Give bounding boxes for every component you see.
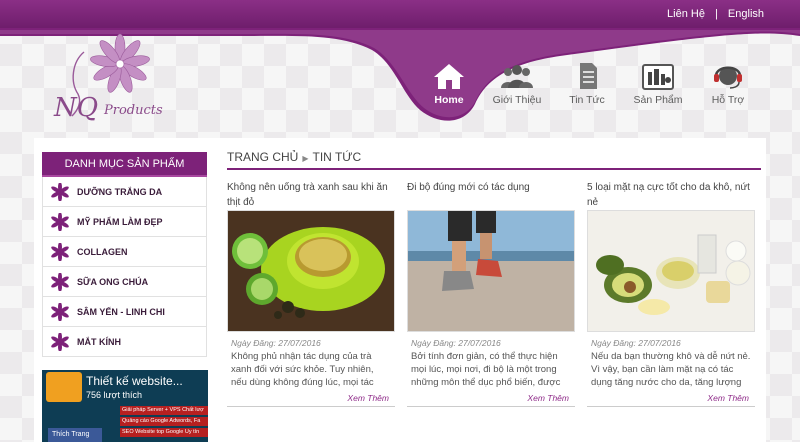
flower-icon	[51, 212, 69, 231]
flower-icon	[51, 242, 69, 261]
banner-likes: 756 lượt thích	[86, 390, 142, 400]
sidebar-item-label: MỸ PHẨM LÀM ĐẸP	[77, 216, 163, 227]
svg-text:Products: Products	[103, 103, 163, 118]
article-title[interactable]: Đi bộ đúng mới có tác dụng	[407, 180, 575, 208]
main-panel: DANH MỤC SẢN PHẨM DƯỠNG TRẮNG DA MỸ PHẨM…	[34, 138, 766, 442]
article-date: Ngày Đăng: 27/07/2016	[591, 338, 681, 348]
banner-logo	[46, 372, 82, 402]
sidebar-item-sua-ong-chua[interactable]: SỮA ONG CHÚA	[42, 267, 207, 297]
like-page-button[interactable]: Thích Trang	[48, 428, 102, 442]
nav-products-label: Sản Phẩm	[633, 94, 683, 106]
main-nav: Home Giới Thiệu Tin Tức Sản Phẩm Hỗ Trợ	[420, 62, 780, 122]
breadcrumb-home[interactable]: TRANG CHỦ	[227, 150, 298, 164]
sidebar-item-sam-yen[interactable]: SÂM YẾN - LINH CHI	[42, 297, 207, 327]
contact-link[interactable]: Liên Hệ	[667, 8, 705, 20]
banner-title: Thiết kế website...	[86, 374, 183, 388]
nav-news-label: Tin Tức	[569, 94, 605, 106]
article-image[interactable]	[407, 210, 575, 332]
top-bar: Liên Hệ | English	[0, 0, 800, 30]
facebook-page-banner[interactable]: Thiết kế website... 756 lượt thích Giải …	[42, 370, 208, 442]
read-more-link[interactable]: Xem Thêm	[587, 393, 749, 403]
article-divider	[227, 406, 395, 407]
sidebar-item-label: MẮT KÍNH	[77, 336, 121, 347]
article-card: Không nên uống trà xanh sau khi ăn thịt …	[227, 180, 395, 407]
face-mask-image	[588, 211, 754, 331]
home-icon	[434, 64, 464, 89]
article-date: Ngày Đăng: 27/07/2016	[411, 338, 501, 348]
sidebar-item-my-pham[interactable]: MỸ PHẨM LÀM ĐẸP	[42, 207, 207, 237]
article-divider	[407, 406, 575, 407]
article-summary: Không phủ nhận tác dụng của trà xanh đối…	[231, 351, 374, 388]
headset-icon	[714, 66, 742, 89]
article-card: Đi bộ đúng mới có tác dụng Ngày Đăng: 27…	[407, 180, 575, 407]
article-title[interactable]: 5 loại mặt nạ cực tốt cho da khô, nứt nẻ	[587, 180, 755, 208]
document-icon	[580, 63, 597, 89]
article-image[interactable]	[587, 210, 755, 332]
breadcrumb: TRANG CHỦ ▶ TIN TỨC	[227, 150, 761, 170]
sidebar-item-duong-trang-da[interactable]: DƯỠNG TRẮNG DA	[42, 177, 207, 207]
sidebar-item-mat-kinh[interactable]: MẮT KÍNH	[42, 327, 207, 357]
sidebar-item-label: DƯỠNG TRẮNG DA	[77, 186, 163, 197]
article-title[interactable]: Không nên uống trà xanh sau khi ăn thịt …	[227, 180, 395, 208]
category-sidebar: DANH MỤC SẢN PHẨM DƯỠNG TRẮNG DA MỸ PHẨM…	[42, 152, 207, 357]
nav-news[interactable]: Tin Tức	[552, 62, 622, 106]
breadcrumb-arrow-icon: ▶	[302, 154, 309, 163]
svg-text:NQ: NQ	[53, 93, 98, 123]
sidebar-item-label: COLLAGEN	[77, 246, 128, 257]
breadcrumb-current: TIN TỨC	[312, 150, 362, 164]
flower-icon	[51, 272, 69, 291]
logo-flower-icon: NQ Products	[53, 33, 163, 123]
walking-image	[408, 211, 574, 331]
flower-icon	[51, 332, 69, 351]
flower-icon	[51, 302, 69, 321]
nav-support-label: Hỗ Trợ	[711, 94, 745, 106]
article-card: 5 loại mặt nạ cực tốt cho da khô, nứt nẻ…	[587, 180, 755, 407]
flower-icon	[51, 182, 69, 201]
link-separator: |	[715, 8, 718, 20]
read-more-link[interactable]: Xem Thêm	[407, 393, 569, 403]
article-image[interactable]	[227, 210, 395, 332]
users-icon	[501, 65, 533, 88]
read-more-link[interactable]: Xem Thêm	[227, 393, 389, 403]
top-links: Liên Hệ | English	[667, 8, 764, 20]
sidebar-title: DANH MỤC SẢN PHẨM	[42, 152, 207, 177]
nav-about[interactable]: Giới Thiệu	[482, 62, 552, 106]
sidebar-item-label: SỮA ONG CHÚA	[77, 276, 149, 287]
green-tea-image	[228, 211, 394, 331]
sidebar-item-collagen[interactable]: COLLAGEN	[42, 237, 207, 267]
sidebar-item-label: SÂM YẾN - LINH CHI	[77, 306, 165, 317]
article-summary: Nếu da bạn thường khô và dễ nứt nẻ. Vì v…	[591, 351, 751, 388]
nav-about-label: Giới Thiệu	[492, 94, 542, 106]
logo[interactable]: NQ Products	[44, 32, 214, 132]
english-link[interactable]: English	[728, 8, 764, 20]
banner-row: Quảng cáo Google Adwords, Fa	[120, 417, 208, 426]
nav-support[interactable]: Hỗ Trợ	[693, 62, 763, 106]
nav-home[interactable]: Home	[414, 62, 484, 106]
cosmetics-icon	[642, 64, 674, 90]
nav-products[interactable]: Sản Phẩm	[623, 62, 693, 106]
banner-row: Giải pháp Server + VPS Chất lượ	[120, 406, 208, 415]
article-date: Ngày Đăng: 27/07/2016	[231, 338, 321, 348]
banner-row: SEO Website top Google Uy tín	[120, 428, 208, 437]
article-divider	[587, 406, 755, 407]
nav-home-label: Home	[434, 94, 464, 106]
article-summary: Bởi tính đơn giản, có thể thực hiện mọi …	[411, 351, 561, 388]
